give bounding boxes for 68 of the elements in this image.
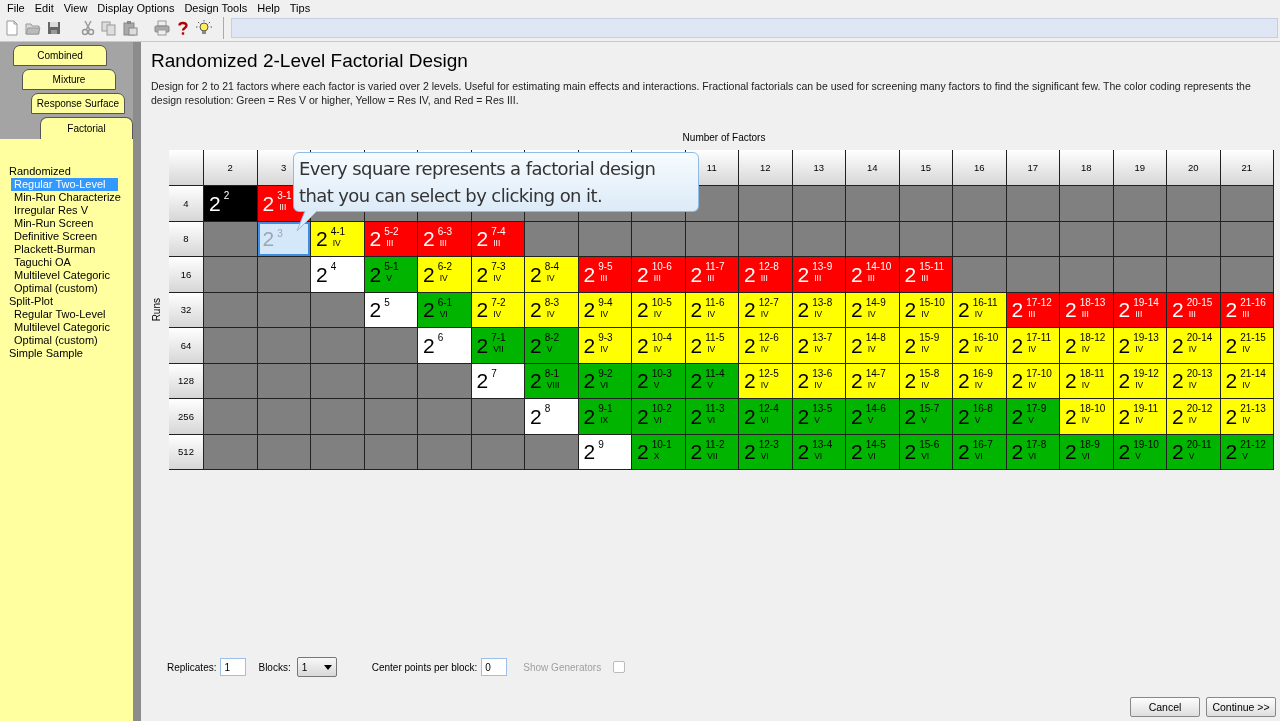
new-file-icon[interactable]: [4, 20, 20, 36]
row-header: 32: [169, 292, 203, 327]
field-label: Blocks:: [258, 661, 291, 673]
column-header: 19: [1113, 150, 1166, 185]
caret-icon: [323, 664, 332, 670]
tab[interactable]: Factorial: [40, 117, 133, 139]
open-folder-icon[interactable]: [25, 20, 41, 36]
lightbulb-icon[interactable]: [196, 20, 212, 36]
axis-title: Runs: [151, 298, 163, 322]
row-header: 8: [169, 221, 203, 256]
tree-item[interactable]: Multilevel Categoric: [11, 269, 133, 282]
copy-icon[interactable]: [101, 20, 117, 36]
column-header: 20: [1167, 150, 1220, 185]
field-label: Replicates:: [167, 661, 217, 673]
row-header: 4: [169, 186, 203, 221]
tab[interactable]: Mixture: [22, 69, 116, 90]
tree-item[interactable]: Regular Two-Level: [11, 308, 133, 321]
menu-item[interactable]: Design Tools: [179, 1, 253, 14]
tree-item[interactable]: Optimal (custom): [11, 282, 133, 295]
replicates-field[interactable]: 1: [220, 658, 247, 676]
dialog-button[interactable]: Cancel: [1130, 697, 1200, 717]
column-header: 13: [792, 150, 845, 185]
field-label: Center points per block:: [371, 661, 478, 673]
column-header: 12: [739, 150, 792, 185]
scissors-icon[interactable]: [80, 20, 96, 36]
tree-item[interactable]: Definitive Screen: [11, 230, 133, 243]
description: Design for 2 to 21 factors where each factor is varied over 2 levels. Useful for estimating main effects and interactions. Fractional factorials can be used for screening many factors to find the significant few. The color coding represents the design resolution: Green = Res V or higher, Yellow = Res IV, and Red = Res III.: [151, 79, 1252, 107]
row-header: 64: [169, 328, 203, 363]
column-header: 17: [1006, 150, 1059, 185]
page-title: Randomized 2-Level Factorial Design: [151, 49, 469, 73]
menu-item[interactable]: Edit: [29, 1, 59, 14]
blocks-dropdown[interactable]: 1: [296, 657, 337, 677]
menu-item[interactable]: View: [58, 1, 93, 14]
column-header: 2: [204, 150, 257, 185]
tree-item[interactable]: Irregular Res V: [11, 204, 133, 217]
tree-item[interactable]: Multilevel Categoric: [11, 321, 133, 334]
help-icon[interactable]: [175, 20, 191, 36]
menu-item[interactable]: Display Options: [92, 1, 180, 14]
dialog-button[interactable]: Continue >>: [1206, 697, 1276, 717]
menu-item[interactable]: Help: [252, 1, 285, 14]
column-header: 18: [1060, 150, 1113, 185]
tree-item[interactable]: Plackett-Burman: [11, 243, 133, 256]
column-header: 15: [899, 150, 952, 185]
table-corner: [169, 150, 203, 185]
tree-item[interactable]: Split-Plot: [6, 295, 133, 308]
save-icon[interactable]: [46, 20, 62, 36]
row-header: 512: [169, 434, 203, 469]
row-header: 256: [169, 399, 203, 434]
tab[interactable]: Response Surface: [31, 93, 125, 114]
tree-item[interactable]: Simple Sample: [6, 347, 133, 360]
column-header: 16: [953, 150, 1006, 185]
tab[interactable]: Combined: [13, 45, 107, 66]
checkbox-label: Show Generators: [523, 661, 602, 673]
tree-item[interactable]: Randomized: [6, 165, 133, 178]
menu-item[interactable]: File: [2, 1, 30, 14]
tree-item[interactable]: Taguchi OA: [11, 256, 133, 269]
center-points-field[interactable]: 0: [481, 658, 508, 676]
tree-item[interactable]: Min-Run Characterize: [11, 191, 133, 204]
tree-item[interactable]: Optimal (custom): [11, 334, 133, 347]
paste-icon[interactable]: [122, 20, 138, 36]
axis-title: Number of Factors: [681, 132, 767, 144]
tree-item[interactable]: Min-Run Screen: [11, 217, 133, 230]
column-header: 14: [846, 150, 899, 185]
column-header: 21: [1220, 150, 1273, 185]
row-header: 128: [169, 363, 203, 398]
row-header: 16: [169, 257, 203, 292]
menu-item[interactable]: Tips: [284, 1, 316, 14]
printer-icon[interactable]: [154, 20, 170, 36]
